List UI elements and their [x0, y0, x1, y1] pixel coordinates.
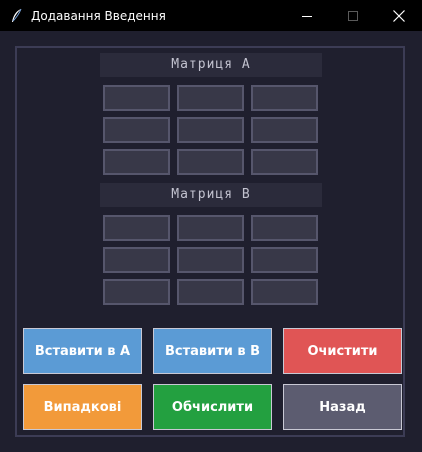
matrix-a-cell-2-0[interactable] — [103, 149, 170, 175]
matrix-a-cell-2-2[interactable] — [251, 149, 318, 175]
matrix-b-cell-0-0[interactable] — [103, 215, 170, 241]
matrix-a-cell-0-2[interactable] — [251, 85, 318, 111]
matrix-b-cell-2-0[interactable] — [103, 279, 170, 305]
matrix-b-cell-1-2[interactable] — [251, 247, 318, 273]
random-button[interactable]: Випадкові — [23, 384, 142, 430]
matrix-a-cell-2-1[interactable] — [177, 149, 244, 175]
clear-button[interactable]: Очистити — [283, 328, 402, 374]
title-bar[interactable]: Додавання Введення — [0, 0, 422, 31]
matrix-b-cell-1-0[interactable] — [103, 247, 170, 273]
matrix-b-cell-2-2[interactable] — [251, 279, 318, 305]
matrix-b-cell-2-1[interactable] — [177, 279, 244, 305]
calculate-button[interactable]: Обчислити — [153, 384, 272, 430]
maximize-button[interactable] — [330, 0, 376, 31]
matrix-b-cell-0-2[interactable] — [251, 215, 318, 241]
matrix-a-cell-1-1[interactable] — [177, 117, 244, 143]
matrix-a-cell-0-1[interactable] — [177, 85, 244, 111]
matrix-a-label: Матриця A — [100, 53, 322, 77]
minimize-button[interactable] — [284, 0, 330, 31]
matrix-b-cell-0-1[interactable] — [177, 215, 244, 241]
matrix-a-cell-0-0[interactable] — [103, 85, 170, 111]
maximize-icon — [348, 10, 358, 21]
matrix-a-cell-1-2[interactable] — [251, 117, 318, 143]
matrix-b-label: Матриця B — [100, 183, 322, 207]
minimize-icon — [302, 15, 312, 17]
matrix-b-cell-1-1[interactable] — [177, 247, 244, 273]
close-icon — [393, 9, 405, 22]
insert-a-button[interactable]: Вставити в A — [23, 328, 142, 374]
close-button[interactable] — [376, 0, 422, 31]
window-title: Додавання Введення — [31, 9, 166, 23]
insert-b-button[interactable]: Вставити в B — [153, 328, 272, 374]
matrix-a-cell-1-0[interactable] — [103, 117, 170, 143]
feather-icon — [12, 8, 22, 22]
back-button[interactable]: Назад — [283, 384, 402, 430]
